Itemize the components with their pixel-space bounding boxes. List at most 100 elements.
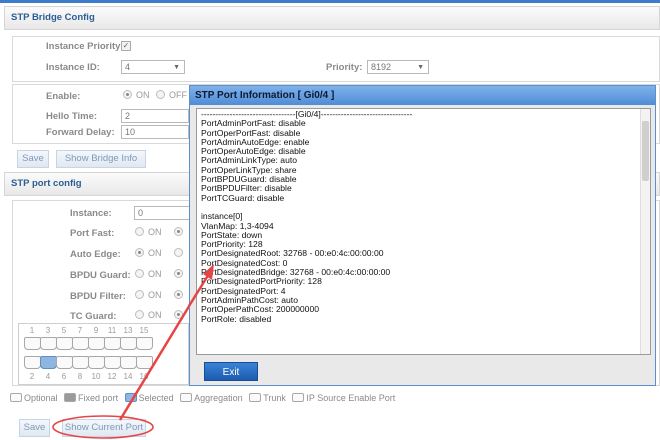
bpdu-filter-on-label: ON (148, 290, 162, 300)
legend-fixed: Fixed port (64, 393, 118, 403)
legend-selected: Selected (124, 393, 174, 403)
port-info-line: VlanMap: 1,3-4094 (201, 220, 274, 231)
port-13-icon[interactable] (120, 337, 137, 350)
forward-delay-label: Forward Delay: (46, 127, 115, 138)
scrollbar-thumb[interactable] (642, 121, 649, 181)
top-accent-bar (0, 0, 660, 3)
bridge-config-header: STP Bridge Config (4, 6, 660, 30)
port-14-icon[interactable] (120, 356, 137, 369)
port-legend: Optional Fixed port Selected Aggregation… (10, 393, 399, 403)
enable-off-radio[interactable] (156, 90, 165, 99)
port-number-label: 6 (61, 372, 67, 381)
port-6-icon[interactable] (56, 356, 73, 369)
priority-value: 8192 (371, 62, 392, 72)
legend-optional: Optional (10, 393, 58, 403)
show-current-port-button[interactable]: Show Current Port (62, 419, 146, 437)
priority-select[interactable]: 8192 ▼ (367, 60, 429, 74)
port-number-label: 11 (107, 326, 117, 335)
port-info-line: PortTCGuard: disable (201, 192, 285, 203)
port-11-icon[interactable] (104, 337, 121, 350)
port-fast-on-radio[interactable] (135, 227, 144, 236)
legend-trunk: Trunk (249, 393, 286, 403)
priority-label: Priority: (326, 62, 363, 73)
port-number-label: 7 (77, 326, 83, 335)
tc-guard-off-radio[interactable] (174, 310, 183, 319)
fixed-port-icon (64, 393, 77, 402)
chevron-down-icon: ▼ (417, 64, 424, 71)
port-9-icon[interactable] (88, 337, 105, 350)
selected-port-icon (124, 393, 137, 402)
port-info-lines: ---------------------------------[Gi0/4]… (201, 109, 646, 324)
enable-label: Enable: (46, 91, 81, 102)
tc-guard-on-label: ON (148, 310, 162, 320)
bpdu-guard-off-radio[interactable] (174, 269, 183, 278)
optional-port-icon (10, 393, 22, 402)
instance-id-select[interactable]: 4 ▼ (121, 60, 185, 74)
port-15-icon[interactable] (136, 337, 153, 350)
port-number-label: 8 (77, 372, 83, 381)
port-number-label: 9 (93, 326, 99, 335)
port-fast-label: Port Fast: (70, 228, 115, 239)
port-instance-select[interactable]: 0 (134, 206, 190, 220)
aggregation-port-icon (180, 393, 193, 402)
show-bridge-info-button[interactable]: Show Bridge Info (56, 150, 146, 168)
legend-ip-source: IP Source Enable Port (292, 393, 395, 403)
port-2-icon[interactable] (24, 356, 41, 369)
bpdu-guard-on-radio[interactable] (135, 269, 144, 278)
port-number-label: 3 (45, 326, 51, 335)
hello-time-label: Hello Time: (46, 111, 98, 122)
port-fast-on-label: ON (148, 227, 162, 237)
port-7-icon[interactable] (72, 337, 89, 350)
instance-id-value: 4 (125, 62, 131, 72)
hello-time-input[interactable]: 2 (121, 109, 189, 123)
forward-delay-input[interactable]: 10 (121, 125, 189, 139)
tc-guard-on-radio[interactable] (135, 310, 144, 319)
ip-source-port-icon (292, 393, 305, 402)
stp-port-info-dialog: STP Port Information [ Gi0/4 ] ---------… (189, 85, 656, 386)
auto-edge-on-radio[interactable] (135, 248, 144, 257)
instance-id-label: Instance ID: (46, 62, 100, 73)
exit-button[interactable]: Exit (204, 362, 258, 381)
auto-edge-label: Auto Edge: (70, 249, 121, 260)
instance-priority-label: Instance Priority: (46, 41, 124, 52)
port-info-line (201, 203, 646, 212)
legend-selected-label: Selected (138, 393, 174, 403)
port-12-icon[interactable] (104, 356, 121, 369)
port-10-icon[interactable] (88, 356, 105, 369)
port-fast-off-radio[interactable] (174, 227, 183, 236)
enable-off-label: OFF (169, 90, 187, 100)
port-number-label: 2 (29, 372, 35, 381)
port-number-label: 12 (107, 372, 117, 381)
instance-label: Instance: (70, 208, 112, 219)
bpdu-filter-off-radio[interactable] (174, 290, 183, 299)
legend-aggregation-label: Aggregation (194, 393, 243, 403)
port-number-label: 15 (139, 326, 149, 335)
port-info-scrollbar[interactable] (640, 109, 650, 354)
port-3-icon[interactable] (40, 337, 57, 350)
port-1-icon[interactable] (24, 337, 41, 350)
tc-guard-label: TC Guard: (70, 311, 117, 322)
bpdu-guard-label: BPDU Guard: (70, 270, 131, 281)
enable-on-label: ON (136, 90, 150, 100)
instance-priority-checkbox[interactable]: ✓ (121, 41, 131, 51)
bridge-save-button[interactable]: Save (17, 150, 49, 168)
port-info-line: PortState: down (201, 229, 263, 240)
port-info-textarea[interactable]: ---------------------------------[Gi0/4]… (196, 108, 651, 355)
enable-on-radio[interactable] (123, 90, 132, 99)
legend-aggregation: Aggregation (180, 393, 243, 403)
port-number-label: 13 (123, 326, 133, 335)
auto-edge-off-radio[interactable] (174, 248, 183, 257)
dialog-title: STP Port Information [ Gi0/4 ] (190, 86, 655, 105)
legend-ip-source-label: IP Source Enable Port (306, 393, 396, 403)
port-8-icon[interactable] (72, 356, 89, 369)
port-number-label: 4 (45, 372, 51, 381)
port-16-icon[interactable] (136, 356, 153, 369)
port-5-icon[interactable] (56, 337, 73, 350)
port-4-icon[interactable] (40, 356, 57, 369)
auto-edge-on-label: ON (148, 248, 162, 258)
port-number-label: 10 (91, 372, 101, 381)
bpdu-filter-on-radio[interactable] (135, 290, 144, 299)
legend-optional-label: Optional (24, 393, 58, 403)
legend-fixed-label: Fixed port (78, 393, 119, 403)
port-save-button[interactable]: Save (19, 419, 50, 437)
